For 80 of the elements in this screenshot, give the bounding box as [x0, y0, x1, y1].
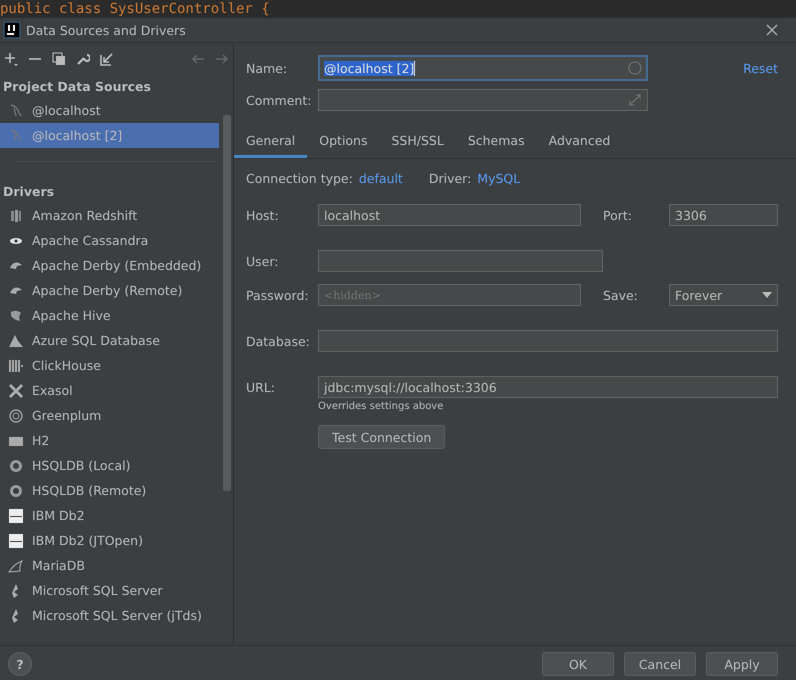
driver-logo-icon: [8, 382, 24, 398]
driver-logo-icon: [8, 482, 24, 498]
connection-type-link[interactable]: default: [358, 171, 403, 186]
field-label: User:: [246, 254, 280, 268]
tab[interactable]: SSH/SSL: [380, 125, 456, 158]
window-title: Data Sources and Drivers: [26, 22, 187, 38]
driver-item[interactable]: HSQLDB (Local): [0, 453, 219, 478]
driver-item[interactable]: Amazon Redshift: [0, 203, 219, 228]
dropdown-arrow-icon: [762, 292, 772, 298]
expand-icon[interactable]: [628, 93, 642, 107]
driver-item[interactable]: Azure SQL Database: [0, 328, 219, 353]
back-arrow-icon[interactable]: [191, 52, 205, 66]
driver-item[interactable]: IBM Db2 (JTOpen): [0, 528, 219, 553]
field-label: Port:: [602, 208, 633, 222]
driver-item[interactable]: Apache Derby (Remote): [0, 278, 219, 303]
reset-link[interactable]: Reset: [743, 60, 778, 76]
test-connection-button[interactable]: Test Connection: [318, 425, 446, 449]
driver-item[interactable]: IBM Db2: [0, 503, 219, 528]
code-text: public class SysUserController {: [0, 0, 270, 18]
tab[interactable]: General: [234, 125, 308, 158]
import-icon[interactable]: [100, 52, 114, 66]
driver-logo-icon: [8, 532, 24, 548]
field-label: Name:: [246, 60, 288, 76]
circle-icon: [628, 61, 642, 75]
driver-item[interactable]: Apache Hive: [0, 303, 219, 328]
host-field[interactable]: localhost: [318, 204, 581, 226]
dolphin-icon: [8, 128, 24, 144]
close-icon[interactable]: [766, 24, 778, 36]
name-field[interactable]: @localhost [2]: [318, 55, 648, 81]
driver-link[interactable]: MySQL: [477, 171, 520, 186]
add-icon[interactable]: [4, 52, 18, 66]
wrench-icon[interactable]: [76, 52, 90, 66]
driver-logo-icon: [8, 508, 24, 524]
dialog-button[interactable]: Cancel: [624, 652, 696, 676]
field-label: Database:: [246, 334, 311, 348]
tab[interactable]: Options: [307, 125, 380, 158]
driver-item[interactable]: Apache Derby (Embedded): [0, 253, 219, 278]
dialog-button[interactable]: Apply: [706, 652, 778, 676]
section-header: Drivers: [2, 183, 56, 201]
forward-arrow-icon[interactable]: [215, 52, 229, 66]
driver-logo-icon: [8, 308, 24, 324]
driver-logo-icon: [8, 558, 24, 574]
driver-logo-icon: [8, 358, 24, 374]
driver-item[interactable]: H2: [0, 428, 219, 453]
database-field[interactable]: [318, 330, 778, 352]
driver-item[interactable]: ClickHouse: [0, 353, 219, 378]
section-header: Project Data Sources: [2, 78, 152, 96]
dolphin-icon: [8, 102, 24, 118]
save-dropdown[interactable]: Forever: [669, 284, 778, 306]
field-label: Save:: [602, 288, 639, 302]
scrollbar[interactable]: [223, 115, 231, 491]
tab[interactable]: Schemas: [456, 125, 537, 158]
driver-item[interactable]: HSQLDB (Remote): [0, 478, 219, 503]
dialog-button[interactable]: OK: [542, 652, 614, 676]
comment-field[interactable]: [318, 89, 648, 111]
hint-text: Overrides settings above: [318, 401, 444, 412]
help-button[interactable]: ?: [8, 652, 32, 676]
field-label: Driver:: [428, 171, 472, 186]
user-field[interactable]: [318, 250, 603, 272]
port-field[interactable]: 3306: [669, 204, 778, 226]
field-label: Host:: [246, 208, 280, 222]
field-label: Password:: [246, 288, 310, 302]
driver-item[interactable]: Apache Cassandra: [0, 228, 219, 253]
driver-logo-icon: [8, 458, 24, 474]
app-logo-icon: [4, 22, 20, 38]
driver-logo-icon: [8, 408, 24, 424]
tab[interactable]: Advanced: [536, 125, 622, 158]
driver-logo-icon: [8, 208, 24, 224]
field-label: URL:: [246, 380, 276, 394]
driver-item[interactable]: Exasol: [0, 378, 219, 403]
url-field[interactable]: jdbc:mysql://localhost:3306: [318, 376, 778, 398]
copy-icon[interactable]: [52, 52, 66, 66]
driver-item[interactable]: Greenplum: [0, 403, 219, 428]
data-source-item[interactable]: @localhost: [0, 98, 219, 123]
field-label: Connection type:: [246, 171, 353, 186]
driver-item[interactable]: MariaDB: [0, 553, 219, 578]
driver-item[interactable]: Microsoft SQL Server: [0, 578, 219, 603]
driver-item[interactable]: Microsoft SQL Server (jTds): [0, 603, 219, 628]
driver-logo-icon: [8, 332, 24, 348]
field-label: Comment:: [246, 92, 312, 108]
